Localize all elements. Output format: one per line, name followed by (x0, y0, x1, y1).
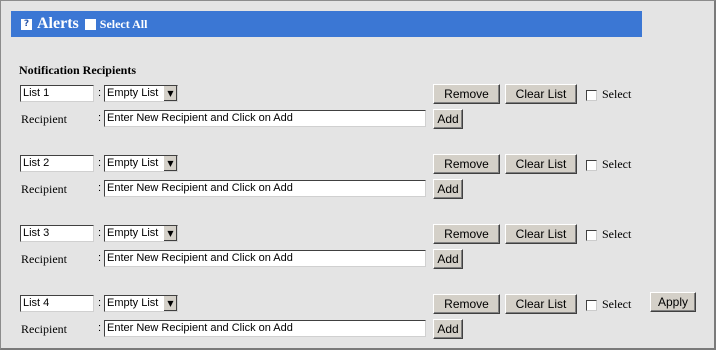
recipient-list-group-2: List 2 : Empty List ▼ Remove Clear List … (1, 154, 714, 205)
list-name-field[interactable]: List 2 (20, 155, 94, 172)
alerts-panel: ? Alerts Select All Notification Recipie… (0, 0, 716, 350)
colon: : (98, 252, 102, 264)
list-name-field[interactable]: List 4 (20, 295, 94, 312)
list-select-value: Empty List (107, 87, 159, 99)
colon: : (98, 322, 102, 334)
select-checkbox[interactable] (586, 160, 597, 171)
recipient-label: Recipient (21, 252, 67, 266)
list-name-field[interactable]: List 1 (20, 85, 94, 102)
colon: : (98, 112, 102, 124)
recipient-label: Recipient (21, 112, 67, 126)
list-select-value: Empty List (107, 297, 159, 309)
recipient-list-group-1: List 1 : Empty List ▼ Remove Clear List … (1, 84, 714, 135)
remove-button[interactable]: Remove (433, 84, 500, 104)
remove-button[interactable]: Remove (433, 294, 500, 314)
clear-list-button[interactable]: Clear List (505, 224, 577, 244)
clear-list-button[interactable]: Clear List (505, 84, 577, 104)
select-label: Select (602, 157, 632, 171)
select-all-label: Select All (99, 16, 148, 31)
select-checkbox[interactable] (586, 90, 597, 101)
recipient-list-select[interactable]: Empty List ▼ (104, 225, 178, 242)
recipient-input[interactable]: Enter New Recipient and Click on Add (104, 320, 426, 337)
recipient-input[interactable]: Enter New Recipient and Click on Add (104, 250, 426, 267)
select-checkbox[interactable] (586, 300, 597, 311)
select-label: Select (602, 297, 632, 311)
add-button[interactable]: Add (433, 319, 463, 339)
list-name-field[interactable]: List 3 (20, 225, 94, 242)
alerts-title: Alerts (37, 15, 79, 32)
chevron-down-icon[interactable]: ▼ (163, 86, 177, 101)
add-button[interactable]: Add (433, 179, 463, 199)
recipient-label: Recipient (21, 322, 67, 336)
recipient-list-select[interactable]: Empty List ▼ (104, 85, 178, 102)
clear-list-button[interactable]: Clear List (505, 294, 577, 314)
colon: : (98, 227, 102, 239)
remove-button[interactable]: Remove (433, 154, 500, 174)
select-label: Select (602, 227, 632, 241)
recipient-list-select[interactable]: Empty List ▼ (104, 155, 178, 172)
recipient-input[interactable]: Enter New Recipient and Click on Add (104, 110, 426, 127)
select-checkbox[interactable] (586, 230, 597, 241)
clear-list-button[interactable]: Clear List (505, 154, 577, 174)
recipient-label: Recipient (21, 182, 67, 196)
list-select-value: Empty List (107, 157, 159, 169)
remove-button[interactable]: Remove (433, 224, 500, 244)
colon: : (98, 87, 102, 99)
select-all-checkbox[interactable] (84, 18, 96, 30)
recipient-input[interactable]: Enter New Recipient and Click on Add (104, 180, 426, 197)
add-button[interactable]: Add (433, 109, 463, 129)
colon: : (98, 182, 102, 194)
alerts-header: ? Alerts Select All (11, 11, 642, 37)
help-icon[interactable]: ? (21, 18, 32, 30)
apply-button[interactable]: Apply (650, 292, 696, 312)
colon: : (98, 157, 102, 169)
add-button[interactable]: Add (433, 249, 463, 269)
select-label: Select (602, 87, 632, 101)
notification-recipients-title: Notification Recipients (19, 63, 136, 77)
colon: : (98, 297, 102, 309)
chevron-down-icon[interactable]: ▼ (163, 296, 177, 311)
recipient-list-group-3: List 3 : Empty List ▼ Remove Clear List … (1, 224, 714, 275)
list-select-value: Empty List (107, 227, 159, 239)
recipient-list-select[interactable]: Empty List ▼ (104, 295, 178, 312)
recipient-list-group-4: List 4 : Empty List ▼ Remove Clear List … (1, 292, 714, 345)
chevron-down-icon[interactable]: ▼ (163, 226, 177, 241)
chevron-down-icon[interactable]: ▼ (163, 156, 177, 171)
